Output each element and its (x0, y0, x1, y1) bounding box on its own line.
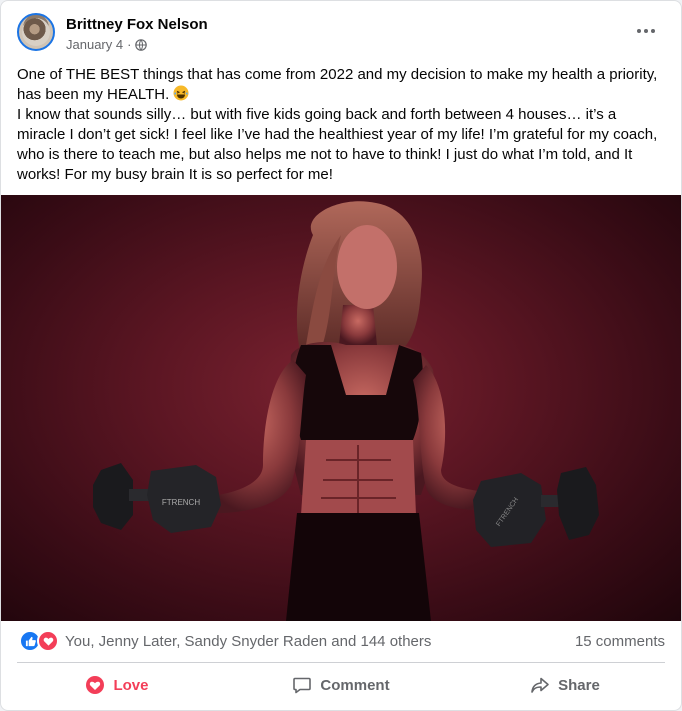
comment-button[interactable]: Comment (229, 667, 453, 703)
share-icon (531, 677, 549, 693)
post-text: One of THE BEST things that has come fro… (17, 65, 667, 185)
avatar[interactable] (17, 13, 55, 51)
comment-icon (293, 677, 312, 694)
post-meta: January 4 · (66, 37, 148, 52)
love-reaction-icon (37, 630, 59, 652)
love-button[interactable]: Love (5, 667, 229, 703)
post-date[interactable]: January 4 (66, 37, 123, 52)
post-header: Brittney Fox Nelson January 4 · (17, 13, 665, 57)
meta-separator: · (127, 37, 132, 52)
left-dumbbell-label: FTRENCH (162, 498, 200, 507)
comment-label: Comment (320, 676, 390, 694)
laughing-emoji-icon (173, 85, 189, 101)
love-icon (86, 676, 105, 694)
comments-count[interactable]: 15 comments (575, 633, 665, 650)
more-options-icon[interactable] (633, 21, 659, 41)
left-dumbbell: FTRENCH (93, 463, 221, 533)
reactions-text[interactable]: You, Jenny Later, Sandy Snyder Raden and… (65, 633, 431, 650)
share-label: Share (558, 676, 600, 694)
action-bar: Love Comment Share (5, 667, 677, 703)
divider (17, 662, 665, 663)
author-name[interactable]: Brittney Fox Nelson (66, 16, 208, 33)
love-label: Love (113, 676, 149, 694)
share-button[interactable]: Share (453, 667, 677, 703)
post-text-line1: One of THE BEST things that has come fro… (17, 66, 658, 103)
post-card: Brittney Fox Nelson January 4 · One of T… (0, 0, 682, 711)
right-dumbbell: FTRENCH (473, 467, 599, 547)
post-text-line2: I know that sounds silly… but with five … (17, 106, 658, 183)
woman-with-dumbbells-image: FTRENCH FTRENCH (93, 201, 599, 621)
post-photo[interactable]: FTRENCH FTRENCH (1, 195, 681, 621)
reactions-summary[interactable]: You, Jenny Later, Sandy Snyder Raden and… (19, 629, 431, 653)
globe-icon[interactable] (135, 38, 148, 51)
